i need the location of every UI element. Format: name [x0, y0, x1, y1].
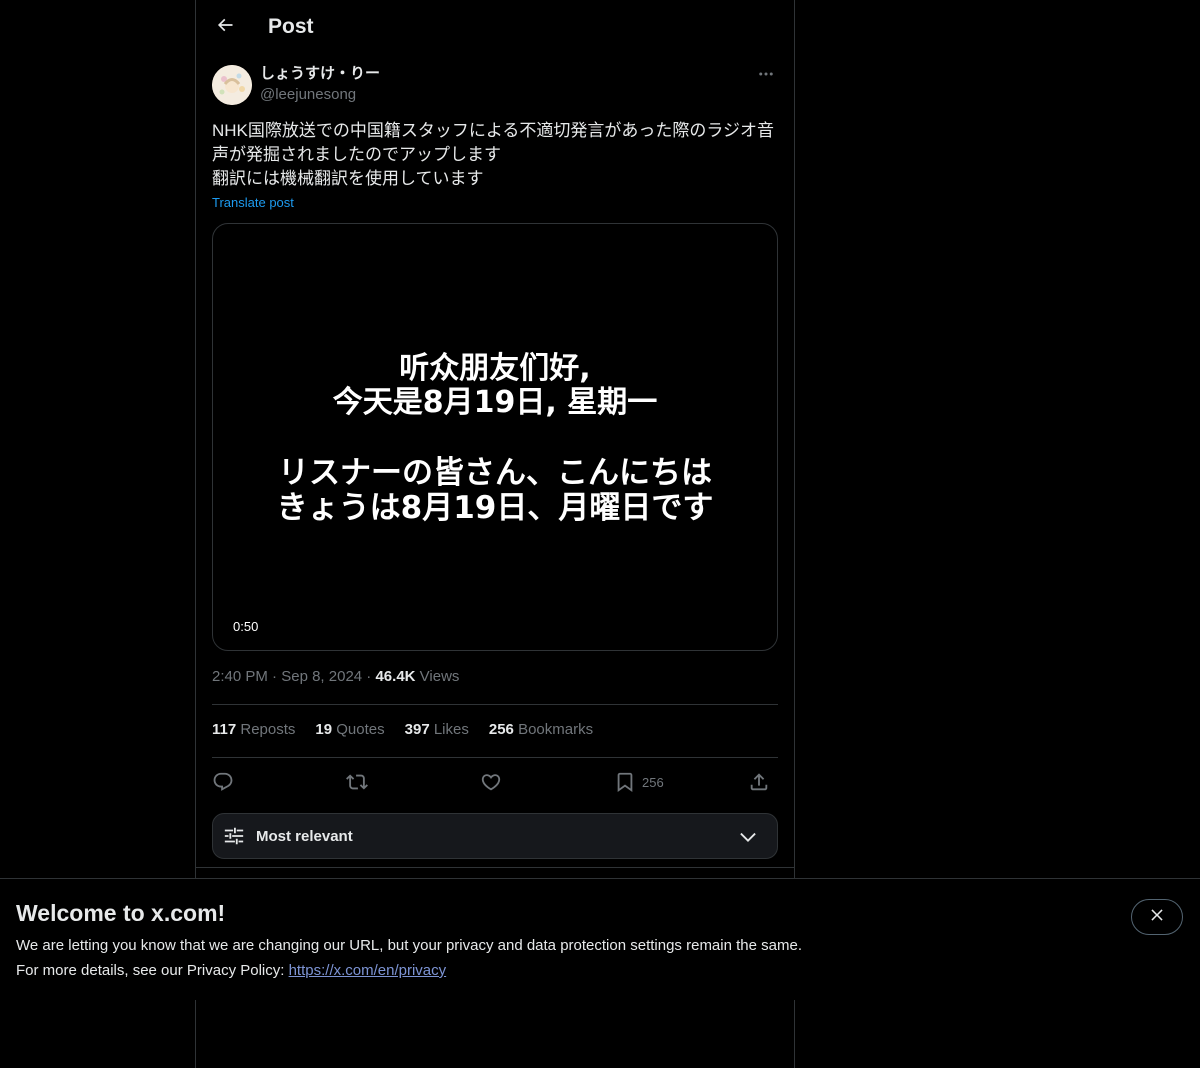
like-button[interactable]	[480, 768, 502, 796]
post-text: NHK国際放送での中国籍スタッフによる不適切発言があった際のラジオ音声が発掘され…	[212, 121, 775, 188]
stat-label: Reposts	[240, 721, 296, 738]
translate-post-link[interactable]: Translate post	[212, 194, 294, 212]
banner-privacy-prefix: For more details, see our Privacy Policy…	[16, 962, 289, 979]
reply-icon	[212, 771, 234, 793]
ellipsis-icon	[757, 65, 775, 88]
author-handle[interactable]: @leejunesong	[260, 85, 356, 105]
stat-count: 19	[315, 721, 333, 738]
banner-privacy-line: For more details, see our Privacy Policy…	[16, 961, 446, 981]
sliders-icon	[223, 825, 245, 852]
video-caption-line: きょうは8月19日、月曜日です	[276, 490, 714, 526]
close-icon	[1148, 906, 1166, 929]
welcome-banner: Welcome to x.com! We are letting you kno…	[0, 878, 1200, 1000]
post-actions: 256	[212, 768, 778, 796]
post-author: しょうすけ・りー @leejunesong	[212, 64, 778, 108]
bookmark-icon	[614, 771, 636, 793]
divider	[212, 757, 778, 758]
banner-close-button[interactable]	[1131, 899, 1183, 935]
stat-label: Bookmarks	[518, 721, 594, 738]
share-icon	[748, 771, 770, 793]
likes-stat[interactable]: 397 Likes	[405, 720, 469, 740]
stat-label: Likes	[433, 721, 469, 738]
engagement-stats: 117 Reposts 19 Quotes 397 Likes 256 Book…	[212, 720, 593, 740]
reply-sort-dropdown[interactable]: Most relevant	[212, 813, 778, 859]
meta-separator: ·	[272, 668, 278, 685]
video-duration: 0:50	[225, 617, 267, 637]
bookmark-count: 256	[642, 774, 664, 790]
page-title: Post	[268, 15, 314, 38]
post-meta: 2:40 PM · Sep 8, 2024 · 46.4K Views	[212, 667, 459, 687]
video-caption-line: 听众朋友们好,	[399, 351, 591, 386]
share-button[interactable]	[748, 768, 770, 796]
stat-count: 256	[488, 721, 514, 738]
divider	[212, 704, 778, 705]
privacy-policy-link[interactable]: https://x.com/en/privacy	[289, 962, 447, 979]
bookmarks-stat[interactable]: 256 Bookmarks	[489, 720, 593, 740]
post-date[interactable]: Sep 8, 2024	[281, 668, 362, 685]
video-caption-line: リスナーの皆さん、こんにちは	[278, 455, 712, 491]
divider	[196, 867, 794, 868]
bookmark-button[interactable]: 256	[614, 768, 664, 796]
video-caption-line: 今天是8月19日, 星期一	[332, 385, 658, 420]
meta-separator: ·	[366, 668, 372, 685]
heart-icon	[480, 771, 502, 793]
views-label: Views	[419, 668, 460, 685]
banner-title: Welcome to x.com!	[16, 900, 226, 926]
author-display-name[interactable]: しょうすけ・りー	[260, 64, 380, 84]
quotes-stat[interactable]: 19 Quotes	[315, 720, 384, 740]
back-button[interactable]	[208, 10, 242, 44]
stat-label: Quotes	[336, 721, 385, 738]
views-count: 46.4K	[375, 668, 416, 685]
sort-label: Most relevant	[256, 828, 353, 845]
chevron-down-icon	[737, 826, 759, 853]
more-options-button[interactable]	[754, 64, 778, 88]
video-player[interactable]: 听众朋友们好, 今天是8月19日, 星期一 リスナーの皆さん、こんにちは きょう…	[212, 223, 778, 651]
post-time[interactable]: 2:40 PM	[212, 668, 268, 685]
arrow-left-icon	[215, 15, 235, 40]
avatar[interactable]	[212, 65, 252, 105]
stat-count: 117	[212, 721, 237, 738]
reply-button[interactable]	[212, 768, 234, 796]
stat-count: 397	[404, 721, 430, 738]
repost-icon	[346, 771, 368, 793]
page-header: Post	[196, 0, 794, 54]
banner-message: We are letting you know that we are chan…	[16, 937, 802, 954]
repost-button[interactable]	[346, 768, 368, 796]
reposts-stat[interactable]: 117 Reposts	[212, 720, 295, 740]
